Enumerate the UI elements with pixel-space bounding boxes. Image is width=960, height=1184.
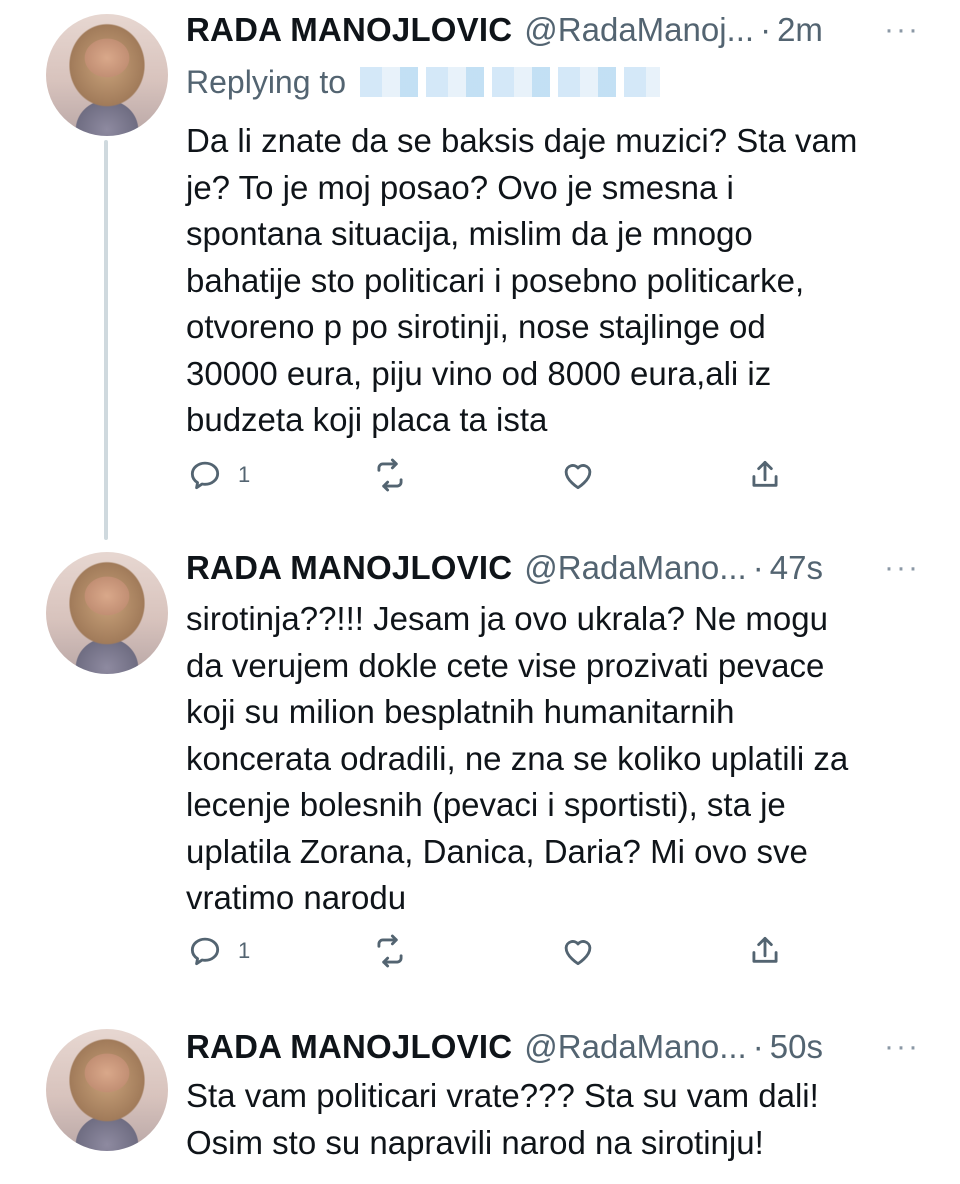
separator-dot: · <box>752 549 764 586</box>
text-line: otvoreno p po sirotinji, nose stajlinge … <box>186 308 766 345</box>
more-options-icon[interactable]: ··· <box>884 548 920 588</box>
tweet-header: RADA MANOJLOVIC @RadaMano... · 50s ··· <box>186 1027 920 1067</box>
share-button[interactable] <box>746 932 784 970</box>
like-button[interactable] <box>559 932 597 970</box>
text-line: bahatije sto politicari i posebno politi… <box>186 261 805 299</box>
reply-count: 1 <box>238 462 251 487</box>
text-line: koncerata odradili, ne zna se koliko upl… <box>186 739 849 777</box>
reply-icon <box>190 937 220 966</box>
retweet-icon <box>377 934 403 968</box>
text-line: Sta vam politicari vrate??? Sta su vam d… <box>186 1077 819 1114</box>
tweet-text: sirotinja??!!! Jesam ja ovo ukrala? Ne m… <box>186 596 926 922</box>
reply-count: 1 <box>238 938 251 963</box>
share-icon <box>752 460 778 487</box>
text-line: uplatila Zorana, Danica, Daria? Mi ovo s… <box>186 832 808 870</box>
timestamp[interactable]: 50s <box>770 1027 823 1067</box>
tweet-1[interactable]: RADA MANOJLOVIC @RadaManoj... · 2m ··· R… <box>0 0 960 540</box>
text-line: je? To je moj posao? Ovo je smesna i <box>186 168 734 206</box>
text-line: budzeta koji placa ta ista <box>186 401 548 438</box>
display-name[interactable]: RADA MANOJLOVIC <box>186 10 512 50</box>
separator-dot: · <box>760 11 772 48</box>
like-button[interactable] <box>559 456 597 494</box>
share-icon <box>752 936 778 963</box>
avatar[interactable] <box>46 1029 168 1151</box>
display-name[interactable]: RADA MANOJLOVIC <box>186 1027 512 1067</box>
text-line: sirotinja??!!! Jesam ja ovo ukrala? Ne m… <box>186 600 828 637</box>
action-bar: 1 <box>186 456 806 496</box>
replying-label: Replying to <box>186 64 347 100</box>
reply-button[interactable]: 1 <box>186 932 250 970</box>
text-line: spontana situacija, mislim da je mnogo <box>186 215 753 252</box>
tweet-header: RADA MANOJLOVIC @RadaMano... · 47s ··· <box>186 548 920 588</box>
text-line: koji su milion besplatnih humanitarnih <box>186 693 735 730</box>
avatar[interactable] <box>46 552 168 674</box>
text-line: vratimo narodu <box>186 879 407 916</box>
replying-to: Replying to <box>186 62 661 102</box>
display-name[interactable]: RADA MANOJLOVIC <box>186 548 512 588</box>
user-handle[interactable]: @RadaManoj... <box>524 10 754 50</box>
timestamp[interactable]: 47s <box>770 548 823 588</box>
user-handle[interactable]: @RadaMano... <box>524 548 746 588</box>
tweet-header: RADA MANOJLOVIC @RadaManoj... · 2m ··· <box>186 10 920 50</box>
retweet-button[interactable] <box>371 456 409 494</box>
tweet-3[interactable]: RADA MANOJLOVIC @RadaMano... · 50s ··· S… <box>0 1015 960 1184</box>
blurred-username <box>360 67 661 97</box>
timestamp[interactable]: 2m <box>777 10 823 50</box>
reply-icon <box>190 461 220 490</box>
thread-line <box>104 140 108 540</box>
text-line: Da li znate da se baksis daje muzici? St… <box>186 122 858 159</box>
action-bar: 1 <box>186 932 806 972</box>
text-line: Osim sto su napravili narod na sirotinju… <box>186 1123 764 1161</box>
like-icon <box>564 940 592 966</box>
more-options-icon[interactable]: ··· <box>884 10 920 50</box>
tweet-text: Sta vam politicari vrate??? Sta su vam d… <box>186 1073 926 1166</box>
retweet-button[interactable] <box>371 932 409 970</box>
text-line: 30000 eura, piju vino od 8000 eura,ali i… <box>186 354 772 392</box>
text-line: lecenje bolesnih (pevaci i sportisti), s… <box>186 786 786 823</box>
separator-dot: · <box>752 1028 764 1065</box>
tweet-2[interactable]: RADA MANOJLOVIC @RadaMano... · 47s ··· s… <box>0 540 960 1015</box>
like-icon <box>564 464 592 490</box>
text-line: da verujem dokle cete vise prozivati pev… <box>186 646 825 684</box>
avatar[interactable] <box>46 14 168 136</box>
reply-button[interactable]: 1 <box>186 456 250 494</box>
more-options-icon[interactable]: ··· <box>884 1027 920 1067</box>
retweet-icon <box>377 458 403 492</box>
user-handle[interactable]: @RadaMano... <box>524 1027 746 1067</box>
tweet-text: Da li znate da se baksis daje muzici? St… <box>186 118 926 444</box>
share-button[interactable] <box>746 456 784 494</box>
